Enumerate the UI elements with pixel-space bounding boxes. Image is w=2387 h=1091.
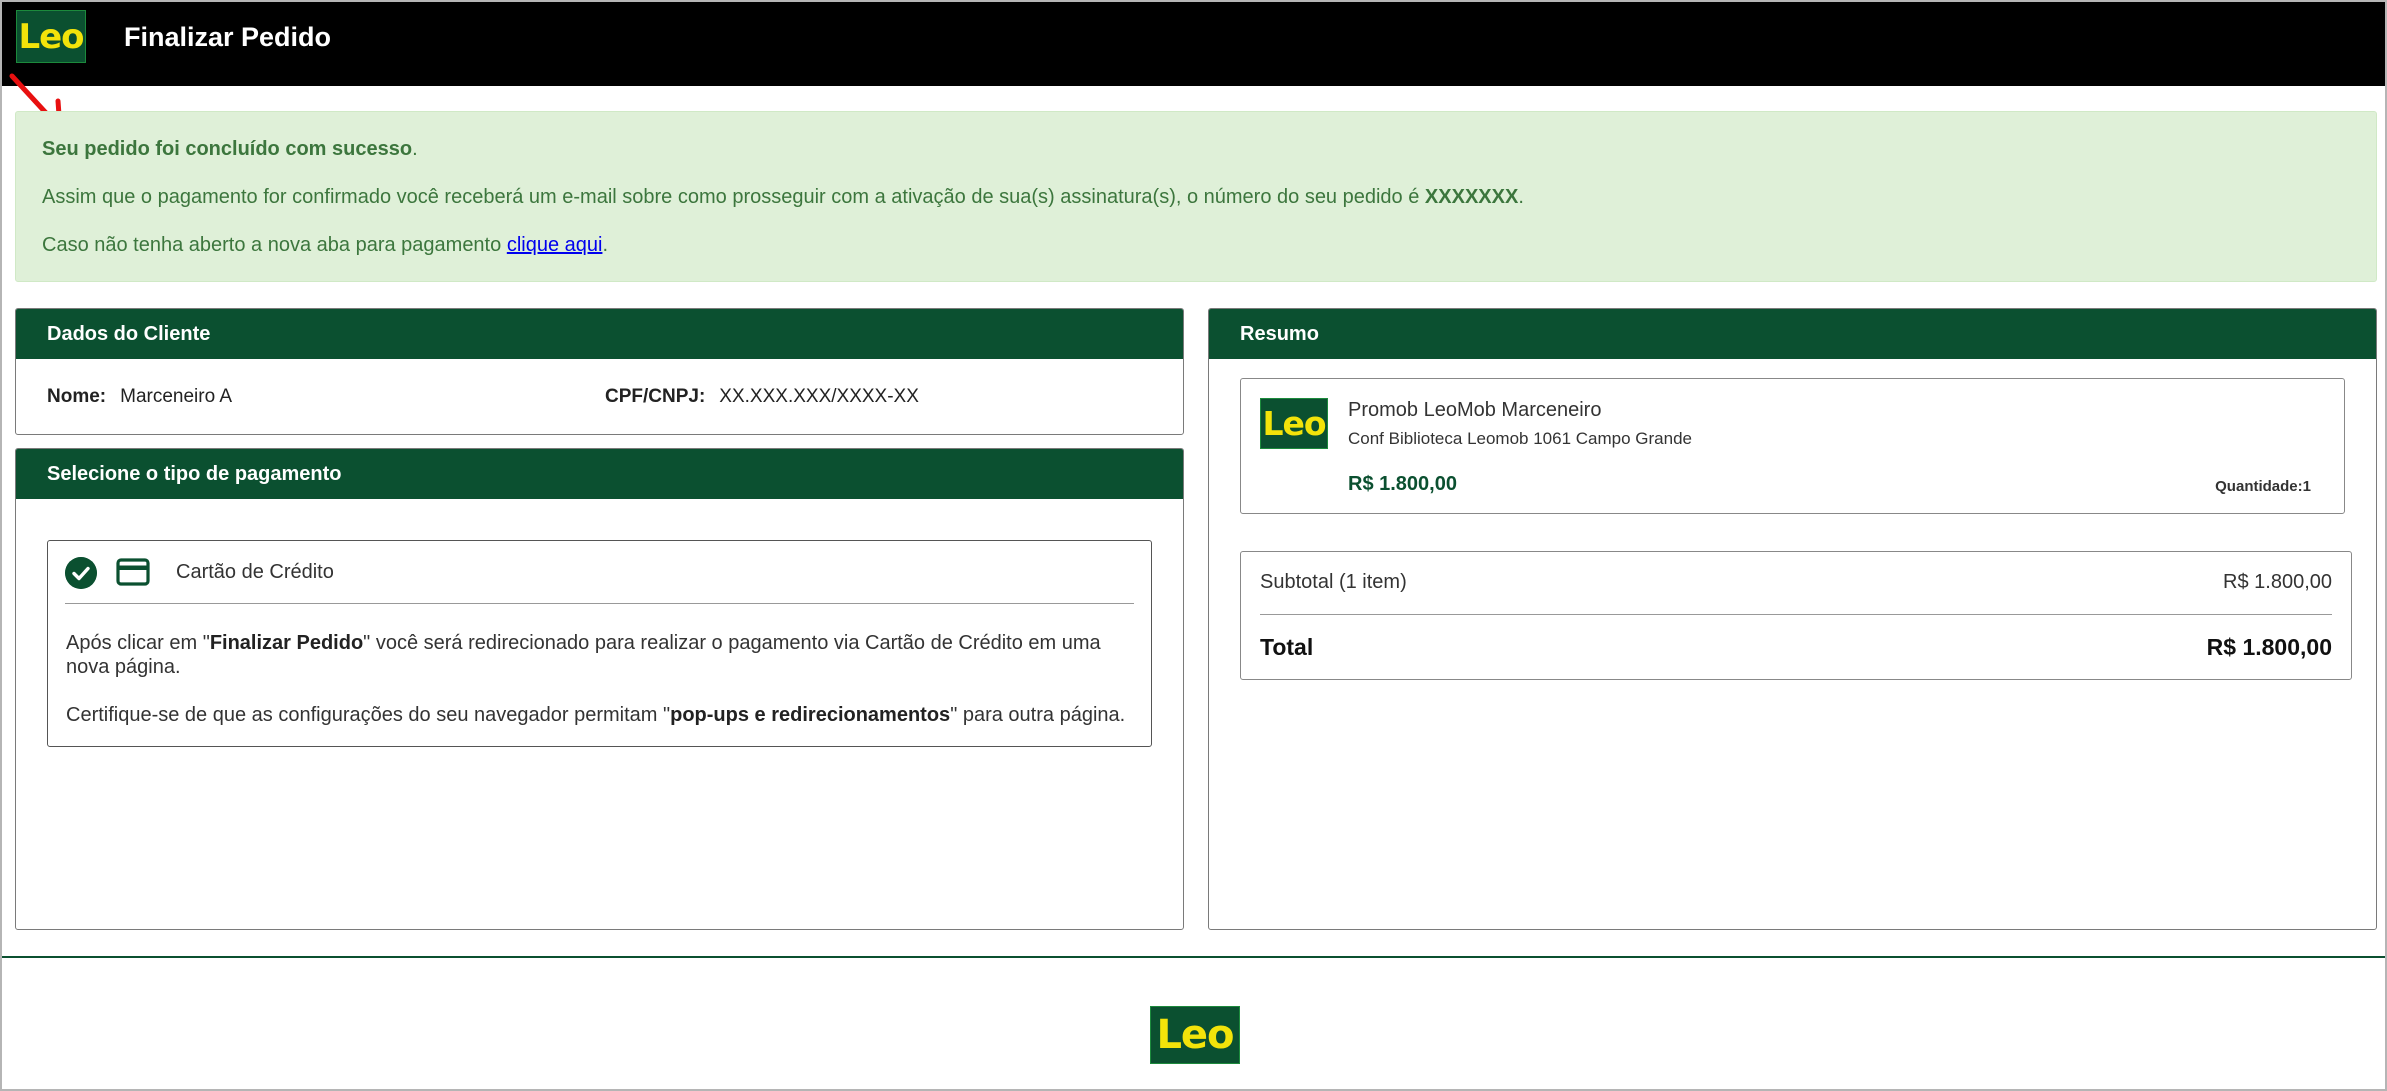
summary-heading: Resumo (1209, 309, 2376, 359)
client-cpf-field: CPF/CNPJ: XX.XXX.XXX/XXXX-XX (605, 386, 919, 407)
logo-text: Leo (18, 16, 84, 57)
divider (1260, 614, 2332, 615)
client-name-value: Marceneiro A (120, 386, 233, 407)
top-bar: Leo Finalizar Pedido (2, 2, 2385, 86)
success-alert: Seu pedido foi concluído com sucesso. As… (15, 111, 2377, 282)
product-quantity: Quantidade:1 (2215, 478, 2311, 495)
client-data-heading: Dados do Cliente (16, 309, 1183, 359)
product-logo: Leo (1260, 398, 1328, 449)
footer-divider (2, 956, 2385, 958)
payment-type-panel: Selecione o tipo de pagamento Cartão de … (15, 448, 1184, 930)
summary-panel: Resumo Leo Promob LeoMob Marceneiro Conf… (1208, 308, 2377, 930)
total-value: R$ 1.800,00 (2206, 634, 2332, 660)
payment-tab-message: Caso não tenha aberto a nova aba para pa… (42, 234, 608, 256)
click-here-link[interactable]: clique aqui (507, 234, 603, 256)
product-name: Promob LeoMob Marceneiro (1348, 399, 1602, 421)
credit-card-icon (116, 558, 150, 586)
credit-card-option[interactable]: Cartão de Crédito Após clicar em "Finali… (47, 540, 1152, 747)
totals-card: Subtotal (1 item) R$ 1.800,00 Total R$ 1… (1240, 551, 2352, 680)
leo-logo[interactable]: Leo (16, 10, 86, 63)
product-price: R$ 1.800,00 (1348, 473, 1457, 495)
client-name-field: Nome: Marceneiro A (47, 386, 233, 407)
product-description: Conf Biblioteca Leomob 1061 Campo Grande (1348, 429, 1692, 448)
page-title: Finalizar Pedido (124, 22, 332, 52)
client-cpf-value: XX.XXX.XXX/XXXX-XX (719, 386, 919, 407)
success-message: Seu pedido foi concluído com sucesso. (42, 138, 418, 160)
payment-type-heading: Selecione o tipo de pagamento (16, 449, 1183, 499)
subtotal-value: R$ 1.800,00 (2223, 571, 2332, 593)
redirect-info: Após clicar em "Finalizar Pedido" você s… (66, 632, 1101, 678)
subtotal-label: Subtotal (1 item) (1260, 571, 1407, 593)
product-card: Leo Promob LeoMob Marceneiro Conf Biblio… (1240, 378, 2345, 514)
credit-card-label: Cartão de Crédito (176, 561, 334, 583)
order-number: XXXXXXX (1424, 186, 1519, 208)
order-info-message: Assim que o pagamento for confirmado voc… (42, 186, 1524, 208)
divider (65, 603, 1134, 604)
total-label: Total (1260, 634, 1314, 660)
popup-info: Certifique-se de que as configurações do… (66, 704, 1126, 726)
check-circle-icon (65, 557, 97, 589)
client-data-panel: Dados do Cliente Nome: Marceneiro A CPF/C… (15, 308, 1184, 435)
footer-logo: Leo (1150, 1006, 1240, 1064)
